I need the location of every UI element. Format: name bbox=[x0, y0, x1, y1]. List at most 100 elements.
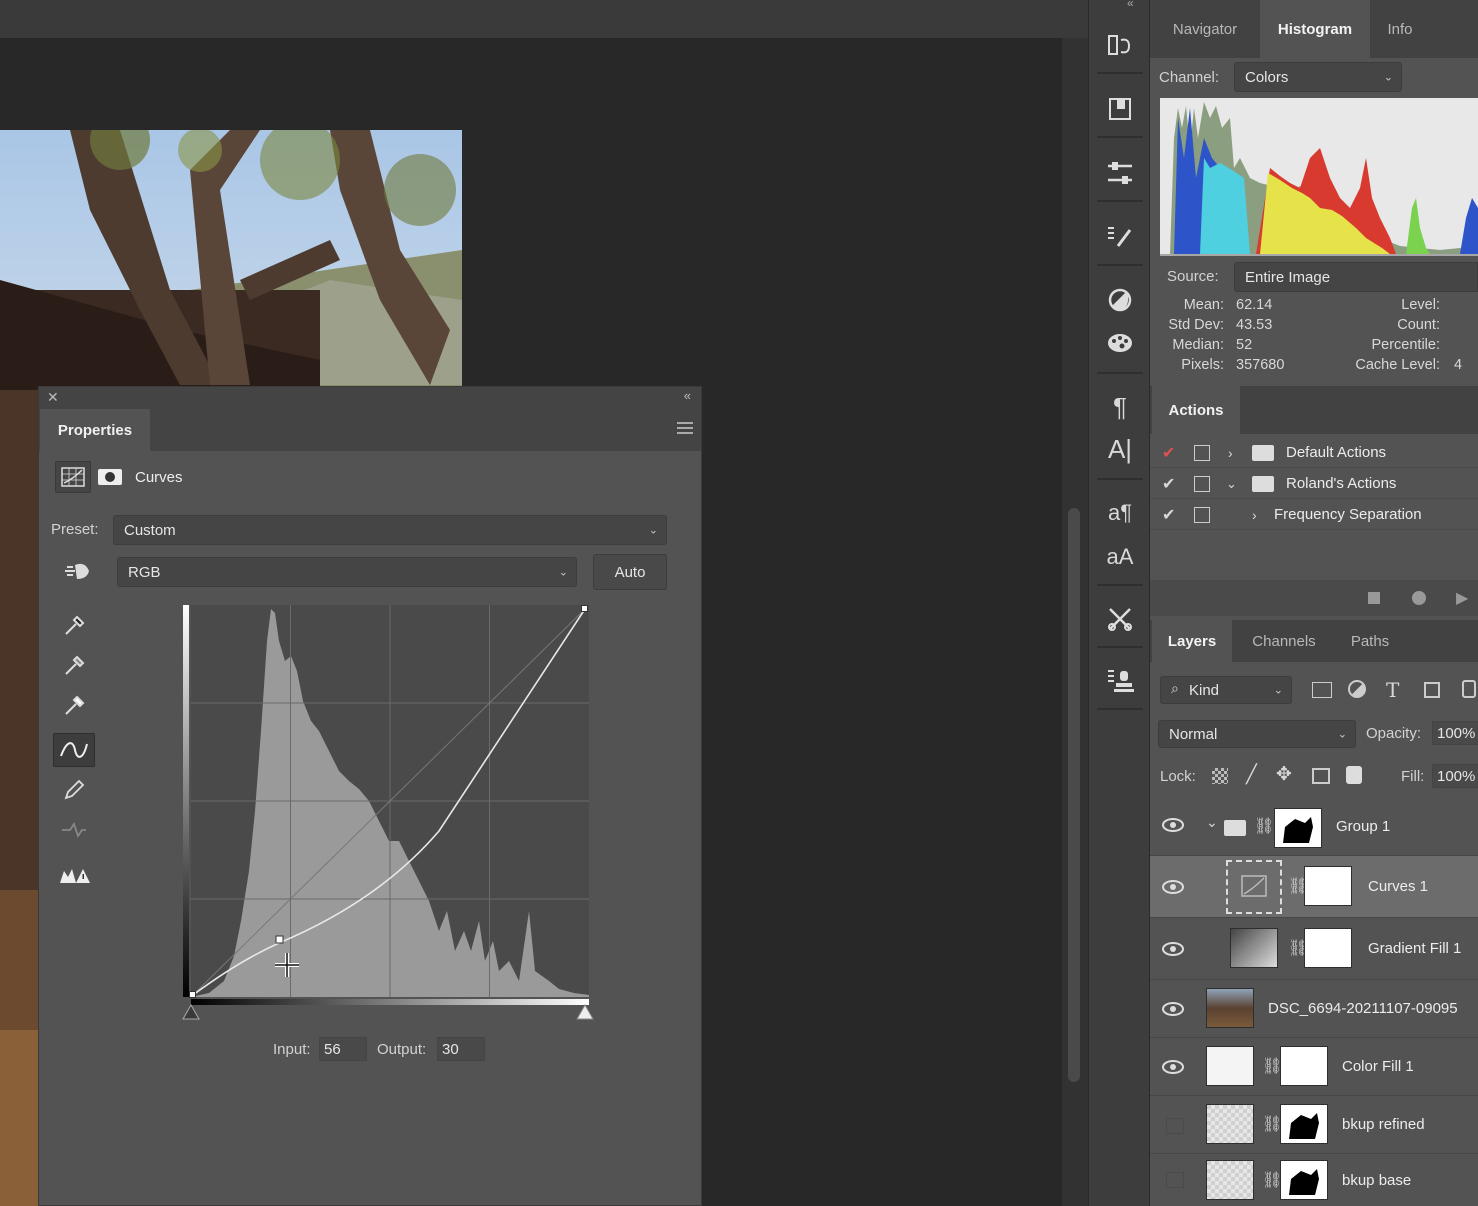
layer-name[interactable]: bkup base bbox=[1342, 1172, 1411, 1189]
layer-name[interactable]: Gradient Fill 1 bbox=[1368, 940, 1461, 957]
input-field[interactable]: 56 bbox=[319, 1037, 367, 1061]
swatches-palette-icon[interactable] bbox=[1103, 326, 1137, 360]
gray-point-eyedropper-icon[interactable] bbox=[53, 647, 95, 681]
paragraph-icon[interactable]: ¶ bbox=[1103, 390, 1137, 424]
blend-mode-dropdown[interactable]: Normal ⌄ bbox=[1158, 720, 1356, 748]
tab-channels[interactable]: Channels bbox=[1236, 620, 1332, 662]
collapse-icon[interactable]: « bbox=[684, 388, 691, 403]
layer-mask-icon[interactable] bbox=[95, 465, 125, 489]
tab-histogram[interactable]: Histogram bbox=[1260, 0, 1370, 58]
layer-mask-thumbnail[interactable] bbox=[1280, 1160, 1328, 1200]
opacity-field[interactable]: 100% bbox=[1432, 721, 1478, 745]
clipping-warning-icon[interactable] bbox=[53, 859, 95, 893]
curves-graph[interactable] bbox=[179, 601, 599, 1031]
action-set-row[interactable]: ✔ › Default Actions bbox=[1150, 438, 1478, 468]
layer-row-image[interactable]: DSC_6694-20211107-09095 bbox=[1150, 980, 1478, 1038]
history-icon[interactable] bbox=[1103, 28, 1137, 62]
play-icon[interactable]: ▶ bbox=[1456, 588, 1468, 608]
on-image-adjust-icon[interactable] bbox=[59, 557, 93, 585]
output-field[interactable]: 30 bbox=[437, 1037, 485, 1061]
checkmark-icon[interactable]: ✔ bbox=[1162, 505, 1175, 525]
filter-smart-object-icon[interactable] bbox=[1462, 680, 1476, 698]
source-dropdown[interactable]: Entire Image bbox=[1234, 262, 1478, 292]
visibility-toggle-off[interactable] bbox=[1166, 1172, 1184, 1188]
white-point-eyedropper-icon[interactable] bbox=[53, 687, 95, 721]
layer-mask-thumbnail[interactable] bbox=[1304, 928, 1352, 968]
color-fill-thumbnail[interactable] bbox=[1206, 1046, 1254, 1086]
layer-name[interactable]: Group 1 bbox=[1336, 818, 1390, 835]
paragraph-styles-icon[interactable]: a¶ bbox=[1103, 496, 1137, 530]
character-icon[interactable]: A| bbox=[1103, 432, 1137, 466]
checkmark-icon[interactable]: ✔ bbox=[1162, 474, 1175, 494]
chevron-right-icon[interactable]: › bbox=[1228, 445, 1233, 461]
lock-transparent-icon[interactable] bbox=[1212, 768, 1228, 784]
preset-dropdown[interactable]: Custom ⌄ bbox=[113, 515, 667, 545]
tab-actions[interactable]: Actions bbox=[1152, 386, 1240, 434]
adjustment-layer-icon[interactable] bbox=[1226, 860, 1282, 914]
lock-position-icon[interactable]: ✥ bbox=[1276, 763, 1292, 786]
visibility-eye-icon[interactable] bbox=[1162, 880, 1188, 900]
layer-filter-dropdown[interactable]: ⌕ Kind ⌄ bbox=[1160, 676, 1292, 704]
filter-adjustment-icon[interactable] bbox=[1348, 680, 1366, 698]
tab-properties[interactable]: Properties bbox=[40, 409, 150, 451]
curves-adjustment-icon[interactable] bbox=[55, 461, 91, 493]
visibility-eye-icon[interactable] bbox=[1162, 818, 1188, 838]
visibility-eye-icon[interactable] bbox=[1162, 1060, 1188, 1080]
filter-pixel-icon[interactable] bbox=[1312, 682, 1332, 698]
black-input-slider[interactable] bbox=[182, 1003, 200, 1020]
styles-icon[interactable] bbox=[1103, 283, 1137, 317]
layer-mask-thumbnail[interactable] bbox=[1280, 1046, 1328, 1086]
tab-info[interactable]: Info bbox=[1370, 0, 1430, 58]
layer-row-bkup-base[interactable]: ⛓ bkup base bbox=[1150, 1154, 1478, 1206]
curve-point-selected[interactable] bbox=[275, 935, 284, 944]
layer-name[interactable]: Color Fill 1 bbox=[1342, 1058, 1414, 1075]
pencil-draw-icon[interactable] bbox=[53, 773, 95, 807]
vertical-scrollbar-thumb[interactable] bbox=[1068, 508, 1080, 1082]
layer-row-curves-selected[interactable]: ⛓ Curves 1 bbox=[1150, 856, 1478, 918]
record-icon[interactable] bbox=[1412, 591, 1426, 605]
dialog-toggle-icon[interactable] bbox=[1194, 445, 1210, 461]
chevron-down-icon[interactable]: ⌄ bbox=[1206, 814, 1218, 831]
layer-mask-thumbnail[interactable] bbox=[1280, 1104, 1328, 1144]
photo-thumbnail[interactable] bbox=[1206, 988, 1254, 1028]
visibility-eye-icon[interactable] bbox=[1162, 1002, 1188, 1022]
filter-type-icon[interactable]: T bbox=[1386, 678, 1399, 702]
layer-name[interactable]: DSC_6694-20211107-09095 bbox=[1268, 1000, 1458, 1017]
clone-source-icon[interactable] bbox=[1103, 664, 1137, 698]
layer-mask-thumbnail[interactable] bbox=[1274, 808, 1322, 848]
dialog-toggle-icon[interactable] bbox=[1194, 507, 1210, 523]
layer-mask-thumbnail[interactable] bbox=[1304, 866, 1352, 906]
lock-pixels-brush-icon[interactable]: ╱ bbox=[1246, 764, 1257, 785]
histogram-channel-dropdown[interactable]: Colors ⌄ bbox=[1234, 62, 1402, 92]
curve-point-white[interactable] bbox=[581, 605, 588, 612]
transparent-thumbnail[interactable] bbox=[1206, 1160, 1254, 1200]
lock-all-icon[interactable] bbox=[1346, 766, 1362, 784]
checkmark-icon[interactable]: ✔ bbox=[1162, 443, 1175, 463]
auto-button[interactable]: Auto bbox=[593, 554, 667, 590]
adjustments-icon[interactable] bbox=[1103, 156, 1137, 190]
layer-name[interactable]: bkup refined bbox=[1342, 1116, 1425, 1133]
transparent-thumbnail[interactable] bbox=[1206, 1104, 1254, 1144]
black-point-eyedropper-icon[interactable] bbox=[53, 607, 95, 641]
chevron-right-icon[interactable]: › bbox=[1252, 507, 1257, 523]
white-input-slider[interactable] bbox=[576, 1003, 594, 1020]
brush-settings-icon[interactable] bbox=[1103, 220, 1137, 254]
layer-row-gradient[interactable]: ⛓ Gradient Fill 1 bbox=[1150, 918, 1478, 980]
close-icon[interactable]: ✕ bbox=[47, 389, 59, 406]
layer-row-group[interactable]: ⌄ ⛓ Group 1 bbox=[1150, 800, 1478, 856]
tab-paths[interactable]: Paths bbox=[1336, 620, 1404, 662]
collapse-icon[interactable]: « bbox=[1127, 0, 1134, 10]
stop-icon[interactable] bbox=[1368, 592, 1380, 604]
layer-row-bkup-refined[interactable]: ⛓ bkup refined bbox=[1150, 1096, 1478, 1154]
visibility-eye-icon[interactable] bbox=[1162, 942, 1188, 962]
chevron-down-icon[interactable]: ⌄ bbox=[1226, 476, 1237, 492]
panel-menu-icon[interactable] bbox=[677, 421, 693, 435]
action-set-row[interactable]: ✔ ⌄ Roland's Actions bbox=[1150, 469, 1478, 499]
tool-presets-icon[interactable] bbox=[1103, 602, 1137, 636]
action-row[interactable]: ✔ › Frequency Separation bbox=[1150, 500, 1478, 530]
filter-shape-icon[interactable] bbox=[1424, 682, 1440, 698]
3d-icon[interactable] bbox=[1103, 92, 1137, 126]
gradient-thumbnail[interactable] bbox=[1230, 928, 1278, 968]
tab-layers[interactable]: Layers bbox=[1152, 620, 1232, 662]
layer-row-colorfill[interactable]: ⛓ Color Fill 1 bbox=[1150, 1038, 1478, 1096]
